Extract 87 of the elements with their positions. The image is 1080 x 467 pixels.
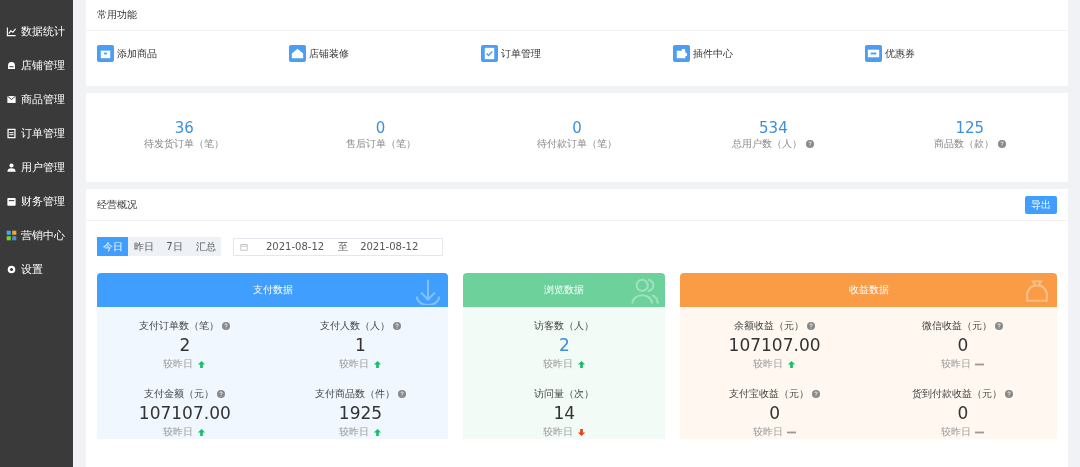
metric-value: 2 xyxy=(558,334,570,357)
compare-label: 较昨日 xyxy=(941,425,972,439)
sidebar-item[interactable]: 营销中心 xyxy=(0,218,73,252)
metric-label: 支付订单数（笔） xyxy=(139,319,220,333)
calendar-icon xyxy=(240,242,248,251)
metric-label: 货到付款收益（元） xyxy=(912,387,1003,401)
sidebar-item[interactable]: 商品管理 xyxy=(0,82,73,116)
compare-label: 较昨日 xyxy=(338,425,369,439)
help-icon[interactable] xyxy=(1005,390,1014,398)
house-icon xyxy=(289,45,306,62)
metric-label: 支付人数（人） xyxy=(319,319,390,333)
help-icon[interactable] xyxy=(392,322,401,330)
wallet-icon xyxy=(6,195,17,207)
card-title: 常用功能 xyxy=(97,9,137,20)
money-bag-icon xyxy=(1023,277,1051,305)
arrow-icon xyxy=(414,277,443,305)
help-icon[interactable] xyxy=(997,139,1006,148)
sidebar-item[interactable]: 设置 xyxy=(0,252,73,286)
help-icon[interactable] xyxy=(217,390,226,398)
compare-label: 较昨日 xyxy=(753,357,784,371)
card-title: 经营概况 xyxy=(97,197,137,212)
user-icon xyxy=(6,161,17,173)
sidebar-item[interactable]: 财务管理 xyxy=(0,184,73,218)
stat-label: 售后订单（笔） xyxy=(345,136,416,151)
clipboard-icon xyxy=(6,127,17,139)
metric-label: 微信收益（元） xyxy=(922,319,993,333)
section-header: 支付数据 xyxy=(97,273,449,307)
help-icon[interactable] xyxy=(222,322,231,330)
shortcut-link[interactable]: 店铺装修 xyxy=(289,45,349,62)
metric-value: 2 xyxy=(179,334,191,357)
shortcut-link[interactable]: 添加商品 xyxy=(97,45,157,62)
sidebar-item[interactable]: 店铺管理 xyxy=(0,48,73,82)
ticket-icon xyxy=(865,45,882,62)
help-icon[interactable] xyxy=(995,322,1004,330)
metric-label: 余额收益（元） xyxy=(734,319,805,333)
compare-label: 较昨日 xyxy=(753,425,784,439)
tab[interactable]: 7日 xyxy=(159,237,190,256)
metric-label: 访客数（人） xyxy=(534,319,595,333)
metric-value: 1925 xyxy=(338,402,383,425)
metric-value: 0 xyxy=(769,402,780,425)
shortcut-link[interactable]: 插件中心 xyxy=(673,45,733,62)
puzzle-icon xyxy=(673,45,690,62)
metric-value: 0 xyxy=(957,334,969,357)
stat-value: 0 xyxy=(572,118,582,137)
users-icon xyxy=(631,277,660,305)
puzzle-icon xyxy=(6,229,17,241)
stat-value: 534 xyxy=(759,118,788,137)
tab[interactable]: 汇总 xyxy=(190,237,221,256)
shortcut-link[interactable]: 订单管理 xyxy=(481,45,541,62)
metric-value: 107107.00 xyxy=(728,334,821,357)
metric-value: 107107.00 xyxy=(138,402,231,425)
compare-label: 较昨日 xyxy=(941,357,972,371)
stat-value: 36 xyxy=(174,118,194,137)
help-icon[interactable] xyxy=(397,390,406,398)
metric-label: 支付金额（元） xyxy=(144,387,215,401)
metric-value: 1 xyxy=(355,334,366,357)
stat-value: 125 xyxy=(955,118,985,137)
metric-value: 14 xyxy=(553,402,576,425)
sidebar-item[interactable]: 订单管理 xyxy=(0,116,73,150)
stat-label: 总用户数（人） xyxy=(732,136,803,151)
section-header: 收益数据 xyxy=(680,273,1057,307)
compare-label: 较昨日 xyxy=(542,357,573,371)
section-header: 浏览数据 xyxy=(463,273,666,307)
bag-icon xyxy=(97,45,114,62)
metric-label: 支付商品数（件） xyxy=(314,387,395,401)
stat-value: 0 xyxy=(375,118,386,137)
clipboard-icon xyxy=(481,45,498,62)
compare-label: 较昨日 xyxy=(163,425,194,439)
metric-label: 支付宝收益（元） xyxy=(729,387,810,401)
help-icon[interactable] xyxy=(806,139,815,148)
help-icon[interactable] xyxy=(807,322,816,330)
sidebar-item[interactable]: 用户管理 xyxy=(0,150,73,184)
compare-label: 较昨日 xyxy=(542,425,573,439)
help-icon[interactable] xyxy=(812,390,821,398)
date-range-field[interactable]: 2021-08-12 至 2021-08-12 xyxy=(233,237,443,256)
metric-label: 访问量（次） xyxy=(534,387,595,401)
compare-label: 较昨日 xyxy=(338,357,369,371)
compare-label: 较昨日 xyxy=(163,357,194,371)
stat-label: 待发货订单（笔） xyxy=(144,136,225,151)
stat-label: 待付款订单（笔） xyxy=(537,136,617,151)
sidebar-item[interactable]: 数据统计 xyxy=(0,14,73,48)
stat-label: 商品数（款） xyxy=(933,136,994,151)
tab[interactable]: 昨日 xyxy=(128,237,159,256)
metric-value: 0 xyxy=(957,402,969,425)
chart-icon xyxy=(6,25,17,37)
settings-icon xyxy=(6,263,17,275)
shortcut-link[interactable]: 优惠券 xyxy=(865,45,915,62)
